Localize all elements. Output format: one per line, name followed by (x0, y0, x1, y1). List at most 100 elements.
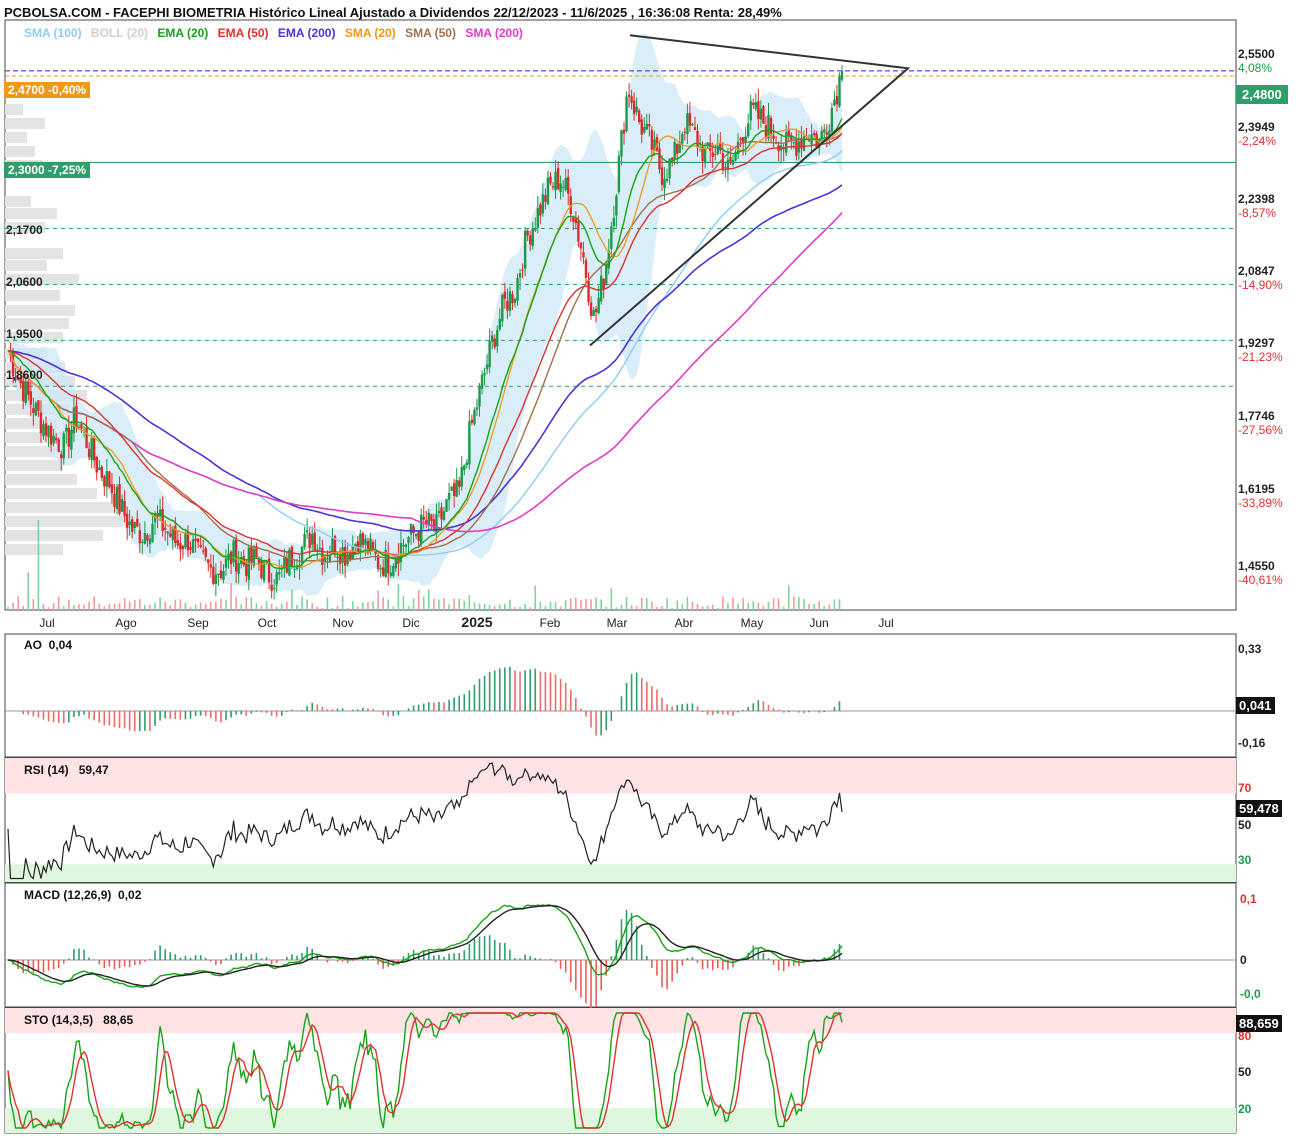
candle-body (648, 124, 651, 127)
ao-histogram-bar (230, 711, 232, 718)
candle-body (630, 96, 633, 103)
volume-bar (559, 606, 562, 610)
ao-histogram-bar (412, 705, 415, 711)
ao-histogram-bar (78, 711, 80, 717)
ao-value-box: 0,041 (1236, 697, 1275, 714)
volume-bar (204, 604, 207, 610)
macd-histogram-bar (103, 960, 106, 968)
volume-bar (367, 602, 369, 610)
macd-histogram-bar (93, 959, 95, 960)
candle-body (209, 564, 212, 568)
volume-bar (524, 604, 526, 610)
candle-body (597, 297, 600, 314)
volume-bar (286, 601, 288, 610)
macd-histogram-bar (539, 958, 542, 960)
volume-bar (42, 604, 45, 610)
candle-body (577, 220, 580, 242)
macd-histogram-bar (118, 960, 121, 969)
macd-histogram-bar (42, 960, 45, 973)
volume-bar (813, 603, 815, 610)
macd-histogram-bar (179, 957, 182, 960)
candle-body (645, 123, 649, 130)
candle-body (650, 129, 654, 150)
volume-bar (575, 597, 577, 610)
ao-histogram-bar (514, 670, 516, 711)
macd-histogram-bar (711, 960, 714, 971)
candle-body (599, 275, 603, 302)
ao-histogram-bar (640, 678, 643, 711)
candle-body (133, 521, 136, 529)
volume-bar (539, 601, 542, 610)
ao-histogram-bar (422, 703, 425, 711)
ao-histogram-bar (600, 711, 602, 736)
current-price-label-left: 2,4700 -0,40% (4, 82, 91, 98)
macd-histogram-bar (488, 935, 491, 960)
ao-histogram-bar (169, 711, 172, 719)
candle-body (683, 131, 687, 133)
ao-histogram-bar (382, 711, 384, 716)
macd-histogram-bar (57, 960, 60, 969)
volume-bar (529, 607, 532, 610)
ao-histogram-bar (443, 702, 445, 711)
support-price-label-left: 2,3000 -7,25% (4, 162, 91, 178)
candle-body (714, 154, 717, 156)
macd-histogram-bar (139, 960, 141, 965)
ao-histogram-bar (701, 711, 704, 713)
candle-body (447, 493, 451, 500)
ao-histogram-bar (144, 711, 146, 731)
candle-body (290, 546, 294, 568)
ao-histogram-bar (98, 711, 101, 723)
volume-bar (691, 601, 694, 610)
macd-histogram-bar (706, 960, 709, 969)
ao-histogram-bar (372, 708, 374, 711)
candle-body (95, 456, 98, 473)
volume-bar (68, 599, 70, 610)
volume-bar (686, 597, 689, 610)
ao-histogram-bar (336, 708, 339, 711)
volume-bar (438, 599, 440, 610)
volume-bar (128, 601, 131, 610)
candle-body (141, 541, 144, 543)
candle-body (516, 278, 519, 301)
ao-histogram-bar (57, 711, 60, 724)
macd-histogram-bar (68, 958, 70, 960)
candle-body (303, 534, 306, 548)
ao-histogram-bar (711, 711, 714, 716)
candle-body (561, 186, 565, 188)
macd-histogram-bar (468, 943, 471, 960)
macd-histogram-bar (260, 958, 263, 960)
ao-histogram-bar (225, 711, 227, 721)
macd-histogram-bar (194, 955, 197, 960)
ao-histogram-bar (488, 671, 491, 711)
volume-bar (630, 605, 633, 610)
macd-histogram-bar (478, 936, 481, 960)
candle-body (769, 117, 773, 134)
rsi-title: RSI (14) 59,47 (24, 763, 109, 777)
volume-bar (549, 601, 552, 610)
candle-body (75, 405, 78, 429)
macd-histogram-bar (554, 960, 557, 963)
ao-histogram-bar (666, 704, 668, 711)
volume-bar (139, 599, 141, 610)
volume-bar (189, 607, 192, 610)
ao-value: 0,04 (48, 638, 73, 652)
macd-histogram-bar (493, 939, 496, 960)
candle-body (381, 567, 385, 576)
candle-body (802, 136, 806, 151)
ao-histogram-bar (149, 711, 151, 732)
candle-body (125, 513, 129, 528)
candle-body (605, 265, 608, 285)
candle-body (407, 537, 410, 544)
candle-body (564, 177, 567, 191)
volume-bar (235, 596, 237, 610)
macd-histogram-bar (225, 958, 227, 960)
macd-histogram-bar (498, 942, 501, 960)
macd-histogram-bar (438, 954, 440, 960)
candle-body (833, 99, 836, 106)
ao-histogram-bar (564, 682, 567, 711)
legend-ema200: EMA (200) (277, 26, 336, 40)
ao-histogram-bar (529, 669, 532, 711)
ao-histogram-bar (220, 711, 222, 723)
macd-histogram-bar (651, 960, 653, 969)
macd-histogram-bar (722, 960, 724, 971)
